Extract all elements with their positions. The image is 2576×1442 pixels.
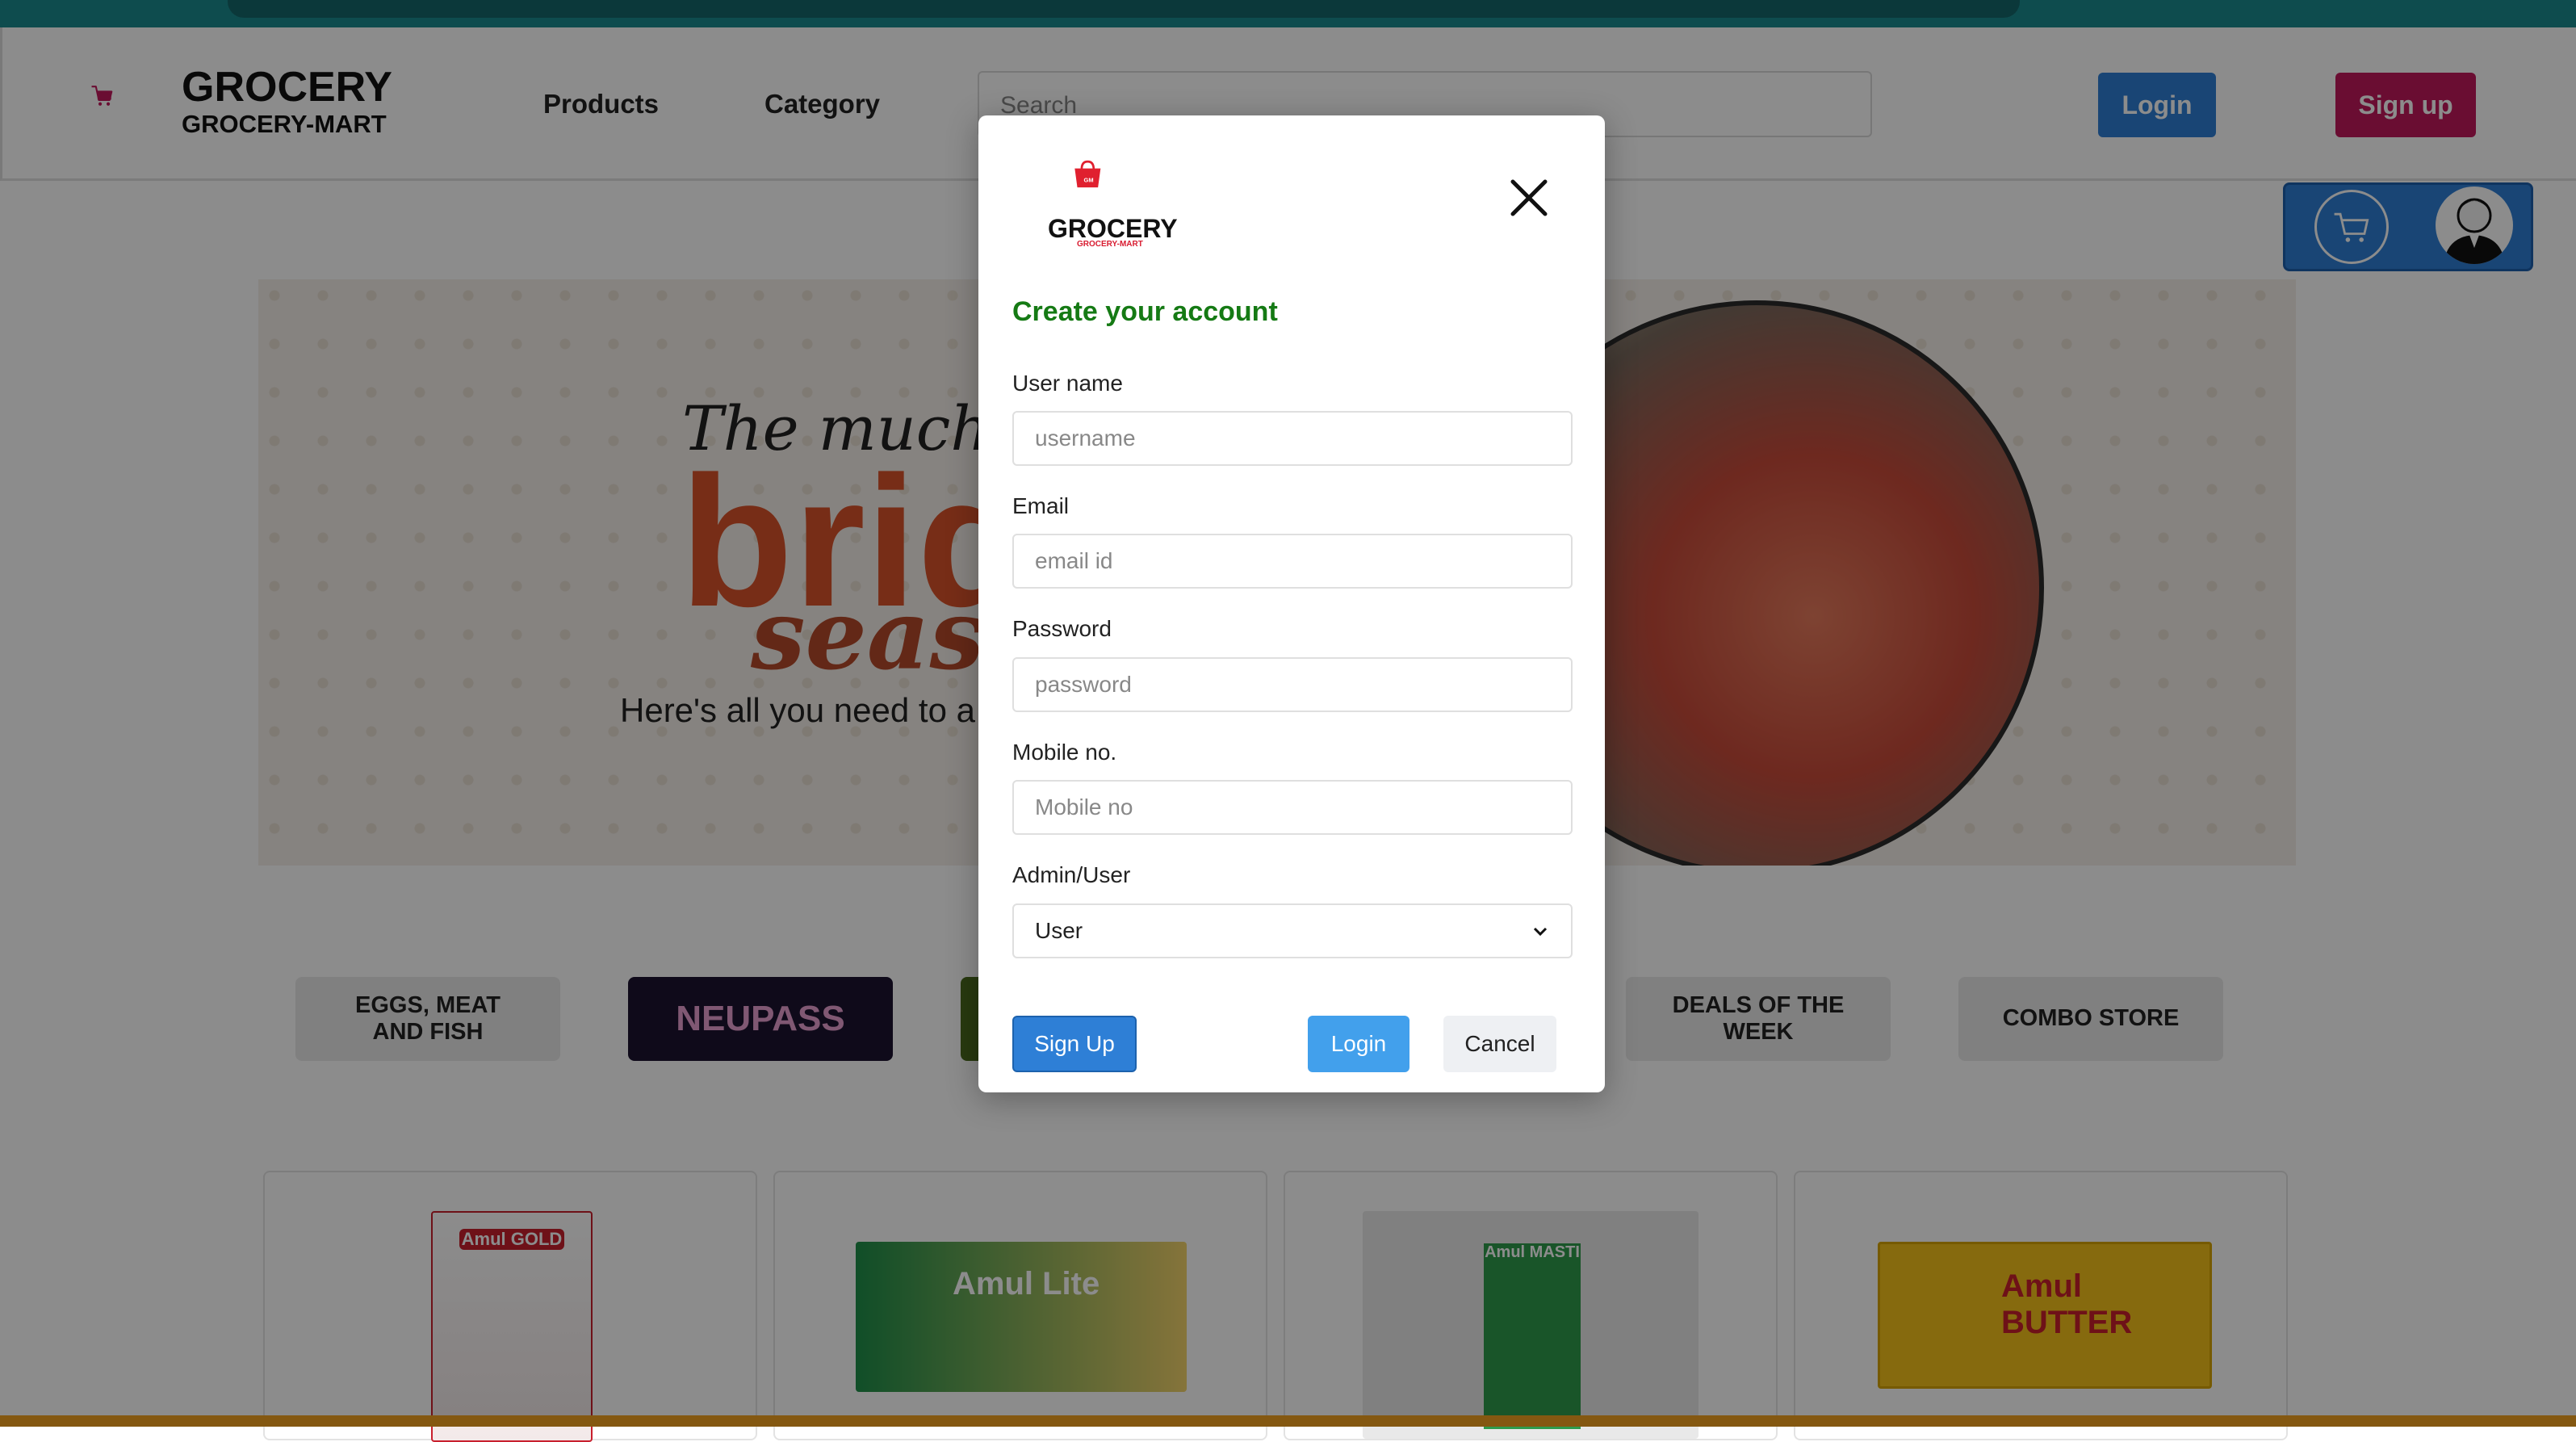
modal-cancel-button[interactable]: Cancel [1443,1016,1556,1072]
mobile-label: Mobile no. [1012,740,1117,765]
username-label: User name [1012,371,1123,396]
modal-logo-subtitle: GROCERY-MART [1077,240,1143,249]
chevron-down-icon [1533,927,1548,937]
signup-modal: GM GROCERY GROCERY-MART Create your acco… [978,115,1605,1092]
role-label: Admin/User [1012,862,1131,887]
shopping-bag-logo-icon: GM [1074,160,1101,188]
username-input[interactable]: username [1012,411,1573,466]
modal-login-button[interactable]: Login [1308,1016,1409,1072]
role-select[interactable]: User [1012,903,1573,958]
modal-title: Create your account [1012,296,1278,327]
email-label: Email [1012,493,1070,518]
password-input[interactable]: password [1012,657,1573,712]
mobile-input[interactable]: Mobile no [1012,780,1573,835]
close-icon[interactable] [1506,175,1552,220]
role-value: User [1035,918,1083,943]
email-input[interactable]: email id [1012,534,1573,589]
password-label: Password [1012,616,1112,641]
logo-badge: GM [1084,177,1094,184]
modal-signup-button[interactable]: Sign Up [1012,1016,1137,1072]
